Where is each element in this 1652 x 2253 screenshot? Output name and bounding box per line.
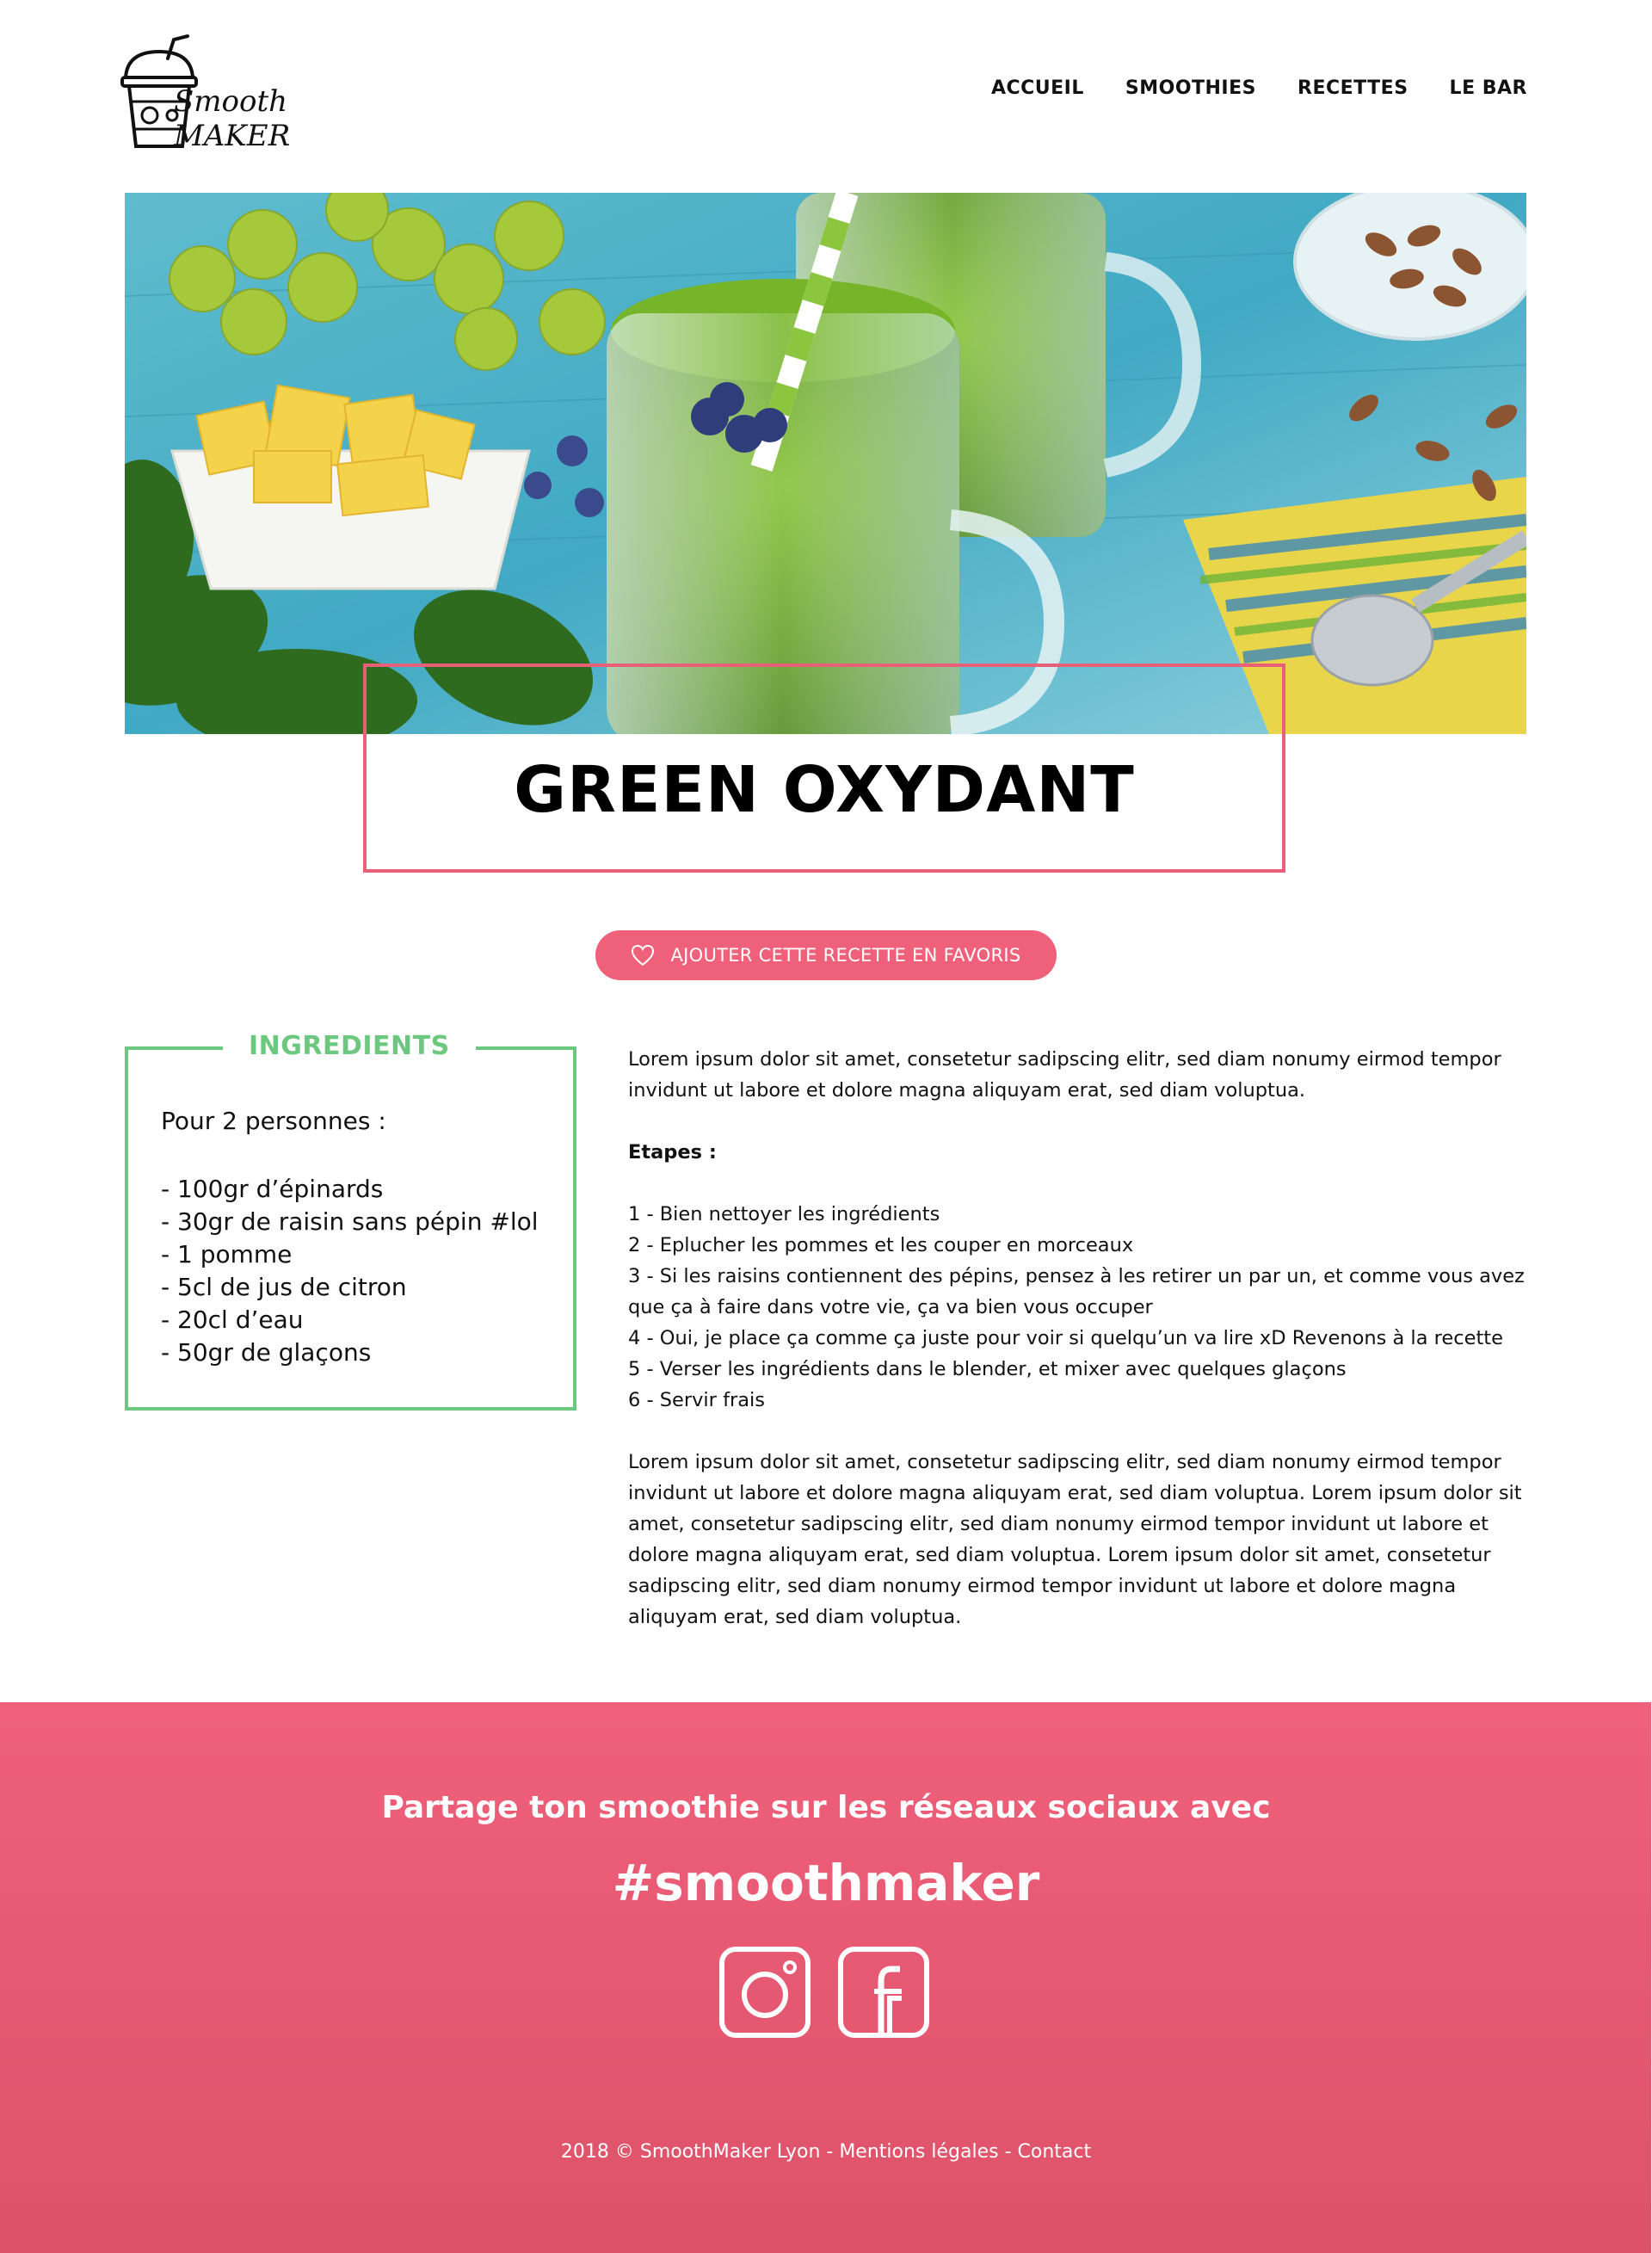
footer: Partage ton smoothie sur les réseaux soc… — [0, 1702, 1652, 2253]
step-item: 5 - Verser les ingrédients dans le blend… — [628, 1358, 1347, 1380]
recipe-title: GREEN OXYDANT — [514, 753, 1135, 827]
step-item: 2 - Eplucher les pommes et les couper en… — [628, 1234, 1134, 1256]
nav-recettes[interactable]: RECETTES — [1298, 77, 1409, 99]
recipe-title-box: GREEN OXYDANT — [363, 664, 1285, 873]
nav-le-bar[interactable]: LE BAR — [1450, 77, 1527, 99]
nav-smoothies[interactable]: SMOOTHIES — [1125, 77, 1256, 99]
share-text: Partage ton smoothie sur les réseaux soc… — [381, 1790, 1271, 1825]
social-links — [718, 1945, 931, 2040]
step-item: 4 - Oui, je place ça comme ça juste pour… — [628, 1327, 1503, 1349]
servings-text: Pour 2 personnes : — [161, 1107, 386, 1135]
ingredient-item: - 50gr de glaçons — [161, 1338, 372, 1367]
ingredients-heading: INGREDIENTS — [223, 1031, 476, 1061]
intro-paragraph: Lorem ipsum dolor sit amet, consetetur s… — [628, 1048, 1501, 1102]
main-nav: ACCUEIL SMOOTHIES RECETTES LE BAR — [991, 77, 1527, 99]
ingredient-item: - 5cl de jus de citron — [161, 1273, 407, 1301]
copyright-text: 2018 © SmoothMaker Lyon - Mentions légal… — [560, 2141, 1092, 2163]
step-item: 3 - Si les raisins contiennent des pépin… — [628, 1265, 1525, 1318]
recipe-text: Lorem ipsum dolor sit amet, consetetur s… — [628, 1044, 1532, 1633]
logo-wordmark: Smooth MAKER — [174, 84, 291, 153]
green-smoothie-photo — [125, 193, 1526, 734]
ingredient-item: - 100gr d’épinards — [161, 1175, 384, 1203]
add-favorite-button[interactable]: AJOUTER CETTE RECETTE EN FAVORIS — [595, 930, 1057, 980]
site-logo[interactable]: Smooth MAKER — [120, 33, 310, 153]
nav-accueil[interactable]: ACCUEIL — [991, 77, 1084, 99]
step-item: 6 - Servir frais — [628, 1389, 766, 1411]
ingredient-list: - 100gr d’épinards - 30gr de raisin sans… — [161, 1173, 539, 1369]
steps-label: Etapes : — [628, 1141, 717, 1164]
ingredients-box: INGREDIENTS Pour 2 personnes : - 100gr d… — [125, 1031, 576, 1410]
ingredient-item: - 1 pomme — [161, 1240, 293, 1268]
instagram-icon[interactable] — [718, 1945, 812, 2040]
facebook-icon[interactable] — [836, 1945, 931, 2040]
step-item: 1 - Bien nettoyer les ingrédients — [628, 1203, 940, 1225]
add-favorite-label: AJOUTER CETTE RECETTE EN FAVORIS — [670, 945, 1021, 966]
hashtag: #smoothmaker — [612, 1854, 1040, 1912]
hero-image — [125, 193, 1526, 734]
ingredient-item: - 30gr de raisin sans pépin #lol — [161, 1207, 539, 1236]
ingredient-item: - 20cl d’eau — [161, 1306, 304, 1334]
heart-icon — [632, 944, 655, 966]
outro-paragraph: Lorem ipsum dolor sit amet, consetetur s… — [628, 1451, 1522, 1628]
